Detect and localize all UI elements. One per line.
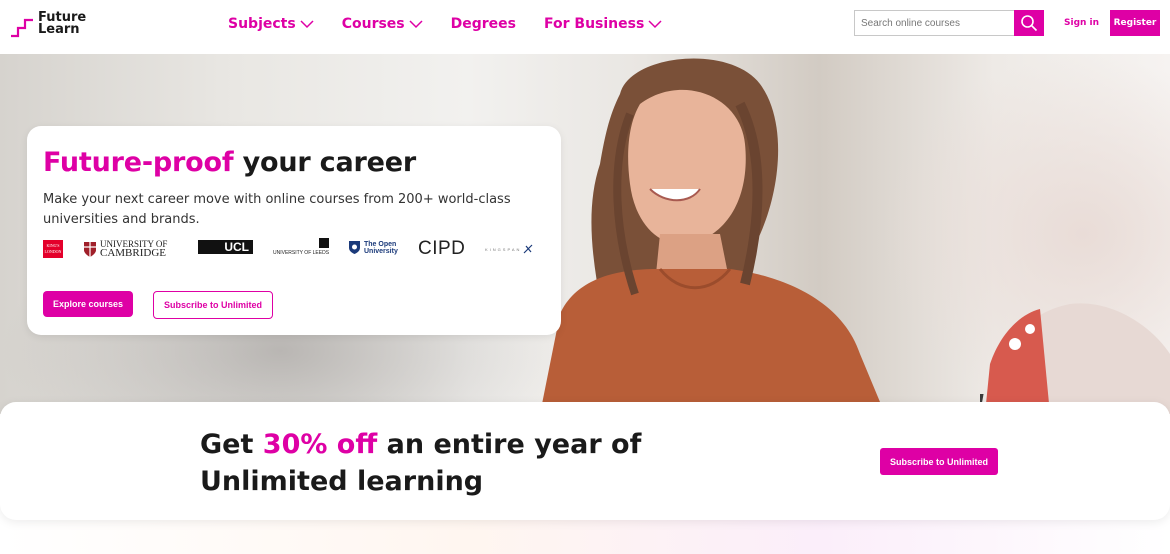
open-university-line-2: University bbox=[364, 247, 398, 255]
search-button[interactable] bbox=[1014, 10, 1044, 36]
hero-photo-right-person bbox=[980, 303, 1170, 414]
chevron-down-icon bbox=[409, 19, 423, 28]
kingspan-logo: KINGSPAN bbox=[485, 244, 533, 254]
kings-logo-line-2: LONDON bbox=[44, 249, 62, 254]
promo-subscribe-button[interactable]: Subscribe to Unlimited bbox=[880, 448, 999, 475]
leeds-logo-mark bbox=[319, 238, 330, 248]
hero-actions: Explore courses Subscribe to Unlimited bbox=[43, 291, 274, 319]
cambridge-logo: UNIVERSITY OF CAMBRIDGE bbox=[83, 240, 167, 259]
cambridge-shield-icon bbox=[84, 241, 96, 257]
promo-line-1: Get 30% off an entire year of bbox=[200, 426, 641, 463]
nav-subjects-label: Subjects bbox=[228, 16, 296, 32]
explore-courses-button[interactable]: Explore courses bbox=[43, 291, 134, 317]
cambridge-logo-line-2: CAMBRIDGE bbox=[100, 247, 167, 259]
ucl-logo: UCL bbox=[198, 240, 253, 254]
cipd-logo: CIPD bbox=[418, 238, 466, 259]
nav-for-business[interactable]: For Business bbox=[544, 16, 662, 32]
main-nav: Subjects Courses Degrees For Business bbox=[228, 16, 662, 32]
futurelearn-logo[interactable]: Future Learn bbox=[10, 11, 86, 38]
open-university-shield-icon bbox=[349, 241, 360, 254]
subscribe-unlimited-button[interactable]: Subscribe to Unlimited bbox=[153, 291, 274, 319]
nav-for-business-label: For Business bbox=[544, 16, 645, 32]
register-button[interactable]: Register bbox=[1110, 10, 1160, 36]
nav-courses-label: Courses bbox=[341, 16, 405, 32]
promo-line-1-end: an entire year of bbox=[377, 429, 642, 460]
hero-title-rest: your career bbox=[233, 147, 417, 178]
promo-line-1-start: Get bbox=[200, 429, 263, 460]
logo-wordmark: Future Learn bbox=[38, 11, 86, 37]
search-input[interactable] bbox=[854, 10, 1014, 36]
hero-photo-woman bbox=[540, 58, 885, 414]
promo-line-2: Unlimited learning bbox=[200, 466, 484, 497]
chevron-down-icon bbox=[300, 19, 314, 28]
hero-card: Future-proof your career Make your next … bbox=[27, 126, 561, 335]
site-header: Future Learn Subjects Courses Degrees Fo… bbox=[0, 0, 1170, 54]
open-university-line-1: The Open bbox=[364, 240, 397, 248]
nav-degrees-label: Degrees bbox=[450, 16, 517, 32]
kings-logo-line-1: KING'S bbox=[46, 243, 60, 248]
leeds-logo: UNIVERSITY OF LEEDS bbox=[273, 238, 330, 256]
sign-in-link[interactable]: Sign in bbox=[1064, 18, 1099, 28]
promo-banner: Get 30% off an entire year of Unlimited … bbox=[0, 402, 1170, 520]
nav-courses[interactable]: Courses bbox=[342, 16, 423, 32]
nav-degrees[interactable]: Degrees bbox=[451, 16, 516, 32]
search-bar bbox=[854, 10, 1044, 36]
bottom-decorative-gradient bbox=[0, 520, 1170, 554]
search-icon bbox=[1021, 15, 1038, 32]
leeds-logo-text: UNIVERSITY OF LEEDS bbox=[273, 250, 330, 256]
hero-title-highlight: Future-proof bbox=[43, 147, 234, 178]
hero-subtitle: Make your next career move with online c… bbox=[43, 192, 511, 227]
promo-discount: 30% off bbox=[262, 429, 378, 460]
promo-headline: Get 30% off an entire year of Unlimited … bbox=[200, 426, 641, 500]
logo-line-2: Learn bbox=[38, 22, 80, 37]
partner-logos: KING'S LONDON UNIVERSITY OF CAMBRIDGE UCL… bbox=[43, 238, 545, 259]
hero-title: Future-proof your career bbox=[43, 146, 545, 180]
logo-mark-icon bbox=[11, 18, 33, 38]
nav-subjects[interactable]: Subjects bbox=[228, 16, 314, 32]
kingspan-mark-icon bbox=[523, 244, 533, 254]
kings-college-logo: KING'S LONDON bbox=[43, 240, 63, 258]
chevron-down-icon bbox=[648, 19, 662, 28]
open-university-logo: The Open University bbox=[348, 240, 398, 255]
kingspan-logo-text: KINGSPAN bbox=[485, 246, 522, 252]
